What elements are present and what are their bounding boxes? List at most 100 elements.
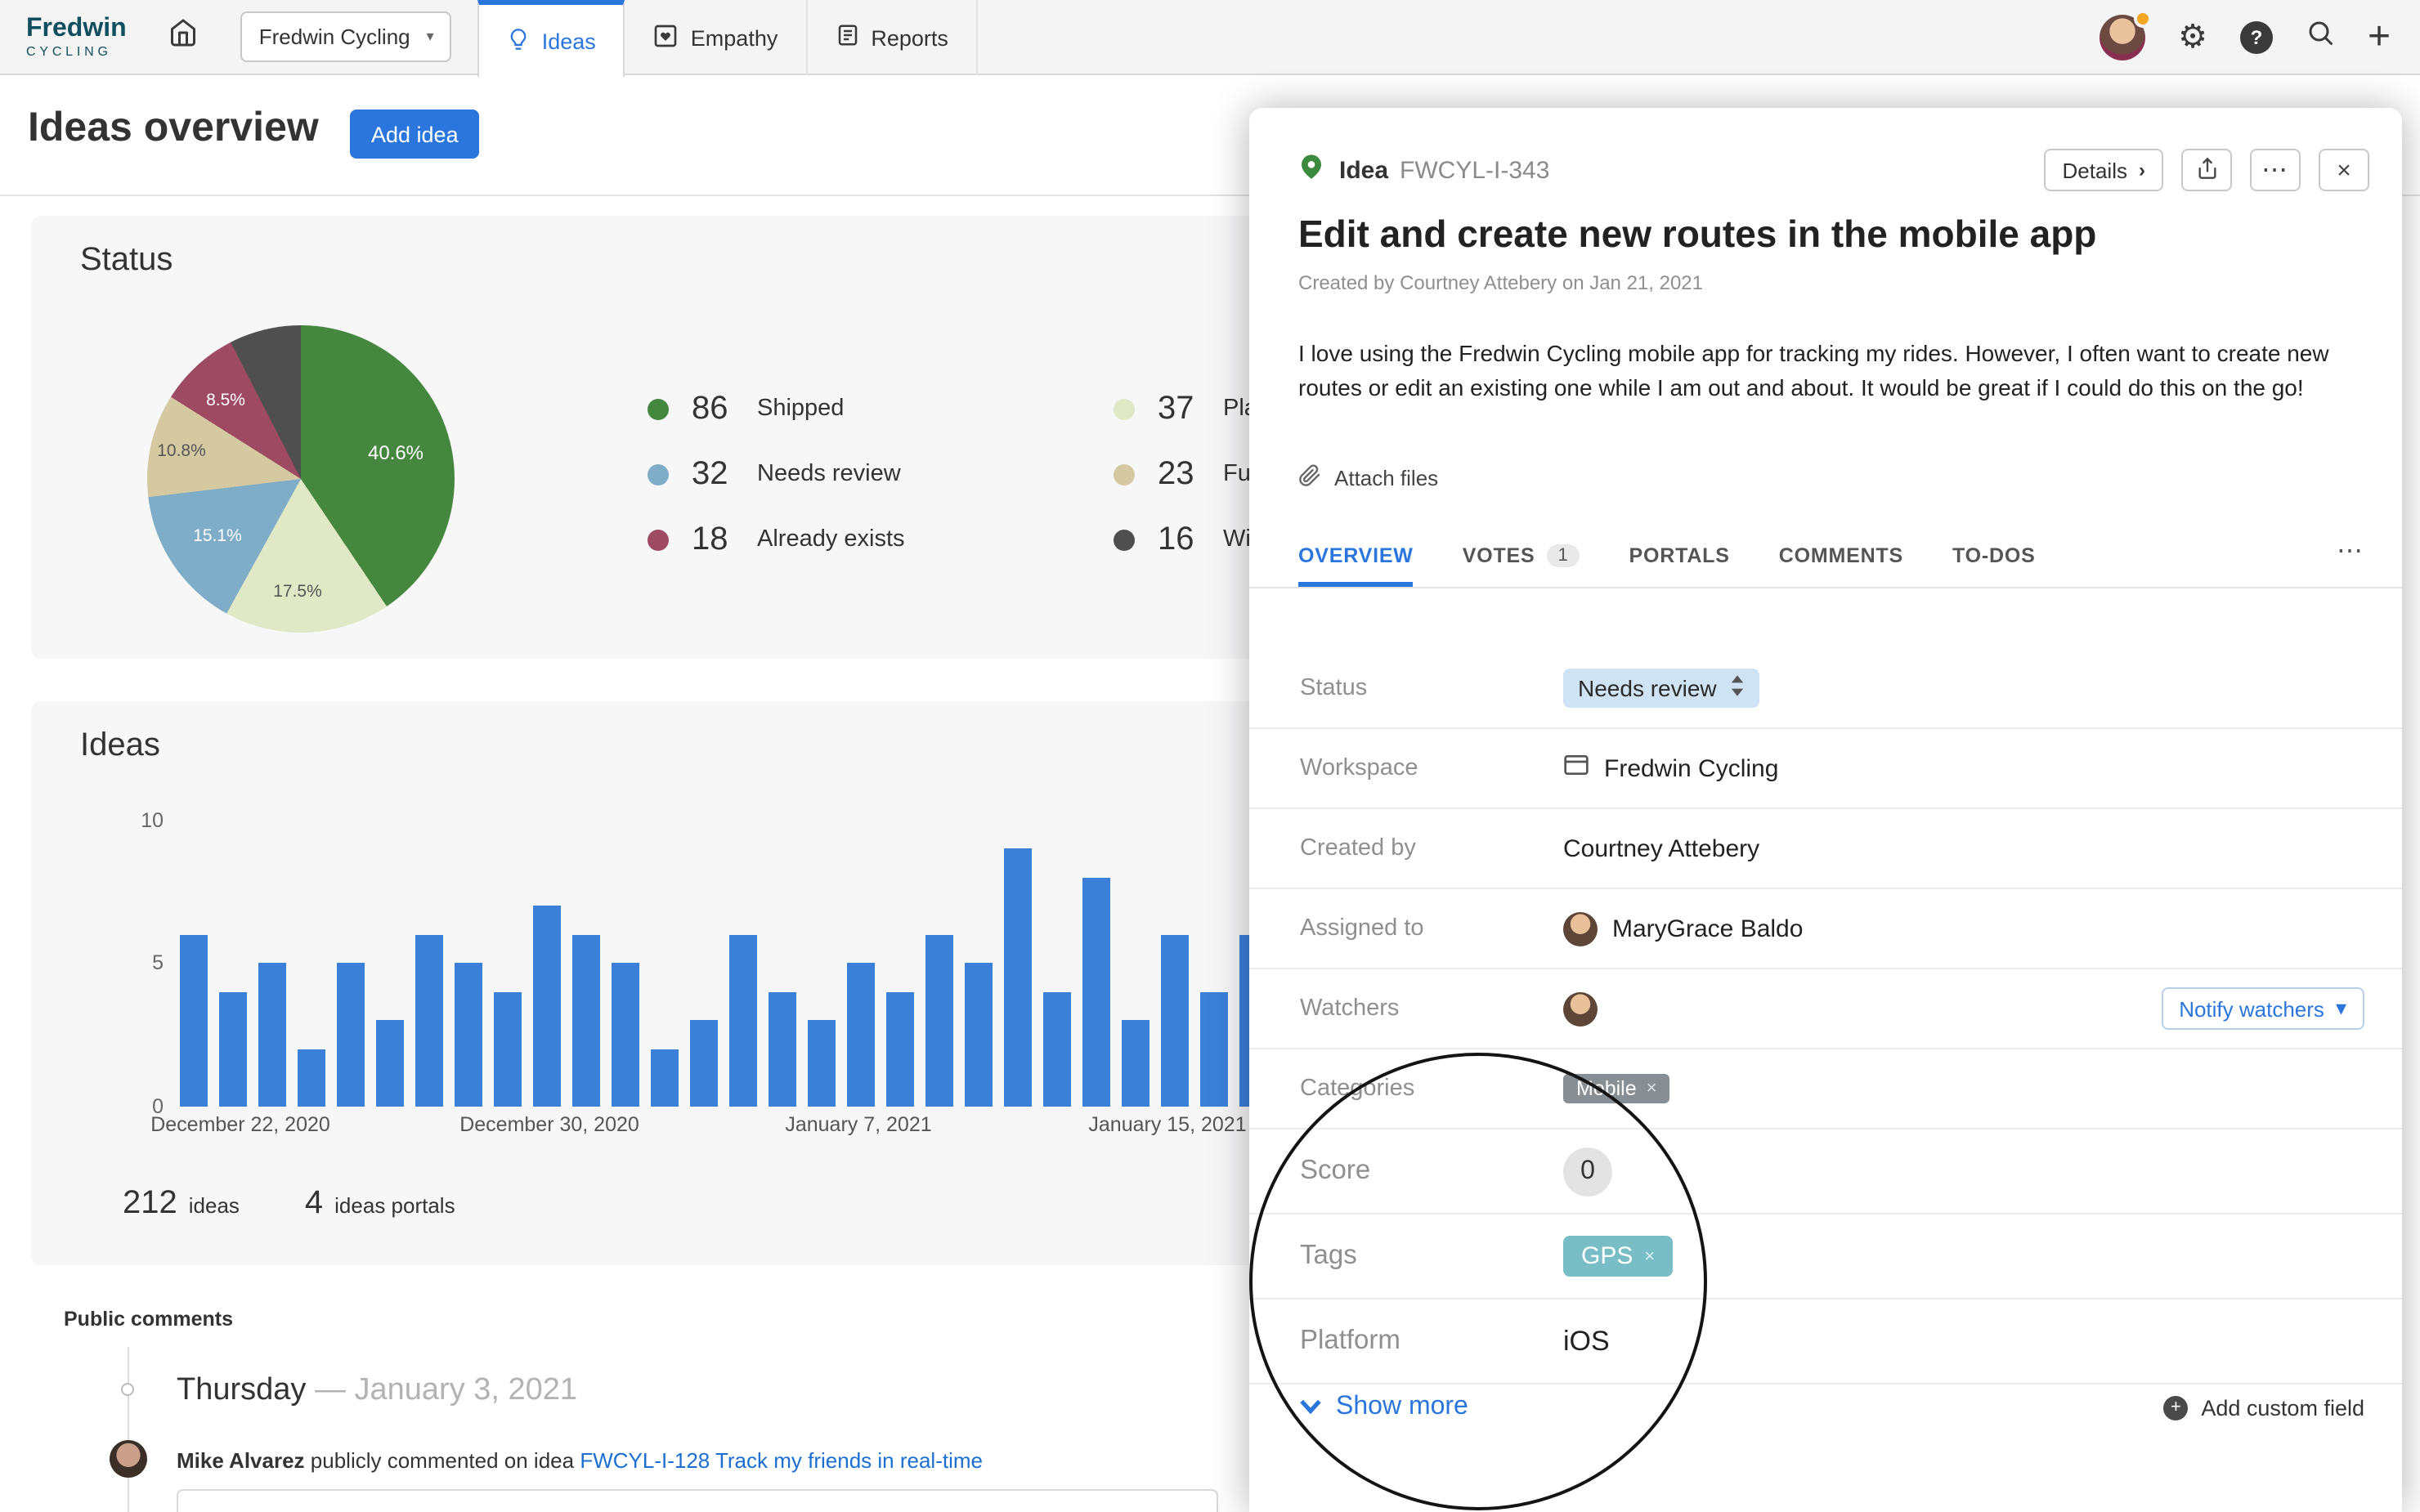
tab-empathy-label: Empathy (691, 25, 778, 50)
legend-value: 16 (1158, 521, 1213, 558)
nav-tabs: Ideas Empathy Reports (478, 0, 978, 75)
tab-reports-label: Reports (871, 25, 948, 50)
category-tag[interactable]: Mobile × (1563, 1074, 1670, 1103)
record-type-label: Idea (1339, 156, 1388, 184)
reports-icon (835, 23, 859, 52)
pie-percent-shipped: 40.6% (368, 441, 424, 464)
x-axis-tick: December 30, 2020 (459, 1113, 639, 1136)
status-pie: 40.6% 17.5% 15.1% 10.8% 8.5% (147, 325, 455, 633)
timeline-line (128, 1347, 129, 1512)
bar (808, 1020, 836, 1107)
details-button[interactable]: Details › (2045, 149, 2164, 191)
close-drawer-button[interactable]: × (2319, 149, 2369, 191)
tab-comments[interactable]: COMMENTS (1779, 544, 1903, 587)
show-more-label: Show more (1336, 1393, 1468, 1422)
field-label: Status (1300, 675, 1563, 701)
more-options-button[interactable]: ⋯ (2250, 149, 2301, 191)
plus-circle-icon: + (2163, 1395, 2188, 1420)
bar (769, 992, 796, 1107)
record-reference: FWCYL-I-343 (1400, 156, 1549, 184)
workspace-value: Fredwin Cycling (1604, 754, 1778, 782)
tab-empathy[interactable]: Empathy (625, 0, 808, 75)
tab-votes[interactable]: VOTES 1 (1463, 544, 1580, 587)
idea-description: I love using the Fredwin Cycling mobile … (1298, 337, 2364, 404)
field-row-assigned-to: Assigned to MaryGrace Baldo (1249, 889, 2402, 969)
legend-item: 32 Needs review (648, 451, 905, 497)
bar (415, 935, 443, 1107)
ideas-stats: 212 ideas 4 ideas portals (123, 1185, 455, 1223)
legend-label: Needs review (757, 461, 901, 487)
legend-item: 86 Shipped (648, 386, 905, 432)
brand-line1: Fredwin (26, 16, 127, 42)
tab-portals-label: PORTALS (1629, 544, 1730, 567)
field-row-workspace: Workspace Fredwin Cycling (1249, 729, 2402, 809)
platform-value: iOS (1563, 1325, 1610, 1358)
timeline-dot (121, 1383, 134, 1396)
y-axis-tick: 10 (114, 809, 164, 832)
remove-tag-icon[interactable]: × (1644, 1246, 1655, 1266)
idea-detail-drawer: Idea FWCYL-I-343 Details › ⋯ × (1249, 108, 2402, 1512)
legend-value: 23 (1158, 455, 1213, 493)
tab-portals[interactable]: PORTALS (1629, 544, 1730, 587)
share-button[interactable] (2181, 149, 2232, 191)
home-button[interactable] (150, 0, 218, 74)
bar (572, 935, 600, 1107)
brand-logo[interactable]: Fredwin CYCLING (0, 16, 150, 58)
attach-files-link[interactable]: Attach files (1298, 464, 1438, 492)
attach-files-label: Attach files (1334, 466, 1438, 490)
remove-tag-icon[interactable]: × (1647, 1079, 1657, 1098)
drawer-tabs: OVERVIEW VOTES 1 PORTALS COMMENTS TO-DOS… (1249, 520, 2402, 588)
field-label: Workspace (1300, 755, 1563, 781)
bar (965, 963, 993, 1107)
tag-pill[interactable]: GPS × (1563, 1236, 1673, 1277)
legend-value: 32 (692, 455, 747, 493)
tab-votes-label: VOTES (1463, 544, 1535, 567)
tabs-overflow-icon[interactable]: ⋯ (2337, 535, 2363, 587)
help-icon[interactable]: ? (2240, 20, 2273, 53)
score-value[interactable]: 0 (1563, 1147, 1612, 1196)
status-select[interactable]: Needs review (1563, 669, 1759, 708)
app-root: Fredwin CYCLING Fredwin Cycling ▾ Ideas (0, 0, 2420, 1512)
user-avatar[interactable] (2100, 14, 2145, 60)
ellipsis-icon: ⋯ (2261, 154, 2289, 186)
comment-idea-link[interactable]: FWCYL-I-128 Track my friends in real-tim… (580, 1448, 983, 1473)
field-label: Score (1300, 1156, 1563, 1187)
tab-overview[interactable]: OVERVIEW (1298, 544, 1414, 587)
idea-title: Edit and create new routes in the mobile… (1298, 212, 2096, 257)
bar (1082, 878, 1110, 1107)
legend-label: Shipped (757, 396, 844, 422)
field-label: Assigned to (1300, 915, 1563, 942)
nav-right: ⚙ ? + (2100, 14, 2420, 60)
lightbulb-icon (508, 25, 531, 56)
add-icon[interactable]: + (2368, 17, 2391, 56)
bar (337, 963, 365, 1107)
bar (533, 906, 561, 1107)
bar (180, 935, 208, 1107)
tab-todos[interactable]: TO-DOS (1952, 544, 2036, 587)
votes-count-badge: 1 (1546, 544, 1580, 567)
x-axis-tick: January 7, 2021 (785, 1113, 931, 1136)
bar (219, 992, 247, 1107)
caret-down-icon: ▾ (427, 28, 434, 46)
gear-icon[interactable]: ⚙ (2178, 20, 2207, 53)
field-label: Platform (1300, 1326, 1563, 1357)
add-idea-button[interactable]: Add idea (350, 110, 480, 159)
search-icon[interactable] (2306, 18, 2335, 56)
notify-watchers-button[interactable]: Notify watchers ▾ (2161, 987, 2364, 1030)
legend-item: 18 Already exists (648, 517, 905, 562)
add-custom-field-link[interactable]: + Add custom field (2163, 1395, 2364, 1420)
watcher-avatar (1563, 991, 1598, 1026)
chevron-down-icon (1300, 1393, 1321, 1422)
tab-ideas-label: Ideas (542, 29, 596, 53)
bar (298, 1049, 325, 1107)
tab-reports[interactable]: Reports (807, 0, 978, 75)
field-label: Created by (1300, 835, 1563, 861)
comment-box-partial[interactable] (177, 1489, 1218, 1512)
comment-author: Mike Alvarez (177, 1448, 305, 1473)
tab-ideas[interactable]: Ideas (478, 0, 625, 77)
share-icon (2195, 156, 2218, 184)
workspace-dropdown[interactable]: Fredwin Cycling ▾ (241, 11, 452, 62)
show-more-link[interactable]: Show more (1300, 1393, 1468, 1422)
drawer-footer: Show more + Add custom field (1300, 1393, 2364, 1422)
bar (1200, 992, 1228, 1107)
